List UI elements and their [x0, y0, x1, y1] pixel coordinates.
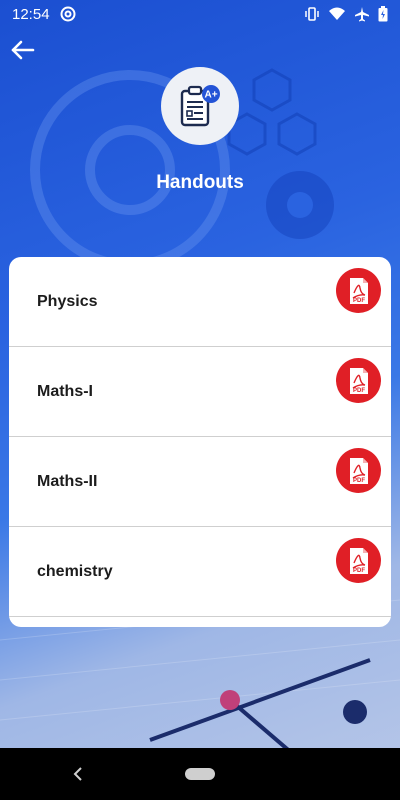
vibrate-icon — [305, 7, 319, 21]
pdf-icon: PDF — [349, 547, 368, 574]
page-title: Handouts — [156, 172, 244, 193]
handout-label: Physics — [37, 293, 98, 310]
handout-item-physics[interactable]: Physics PDF — [9, 257, 391, 347]
status-time: 12:54 — [12, 5, 50, 23]
at-sign-icon — [60, 6, 76, 22]
back-button[interactable] — [6, 34, 38, 66]
pdf-icon: PDF — [349, 457, 368, 484]
handout-label: Maths-I — [37, 383, 93, 400]
home-pill-icon[interactable] — [185, 768, 215, 780]
pdf-icon-text: PDF — [353, 478, 365, 484]
status-left: 12:54 — [12, 6, 76, 23]
header-logo: A+ — [161, 67, 239, 145]
handouts-list: Physics PDF Maths-I PDF Maths-II PDF che… — [9, 257, 391, 627]
pdf-button[interactable]: PDF — [336, 358, 381, 403]
handout-label: chemistry — [37, 563, 113, 580]
nav-back-button[interactable] — [68, 762, 88, 786]
navigation-bar — [0, 748, 400, 800]
pdf-button[interactable]: PDF — [336, 448, 381, 493]
pdf-icon-text: PDF — [353, 388, 365, 394]
pdf-button[interactable]: PDF — [336, 268, 381, 313]
handout-document-icon: A+ — [180, 85, 220, 127]
status-bar: 12:54 — [0, 0, 400, 28]
pdf-icon-text: PDF — [353, 568, 365, 574]
pdf-button[interactable]: PDF — [336, 538, 381, 583]
chevron-left-icon — [73, 767, 82, 781]
battery-icon — [378, 6, 388, 22]
airplane-icon — [355, 7, 369, 22]
logo-badge-text: A+ — [204, 90, 217, 101]
handout-item-chemistry[interactable]: chemistry PDF — [9, 527, 391, 617]
status-right — [304, 6, 388, 22]
handout-label: Maths-II — [37, 473, 98, 490]
pdf-icon: PDF — [349, 367, 368, 394]
handouts-screen: 12:54 A+ Handouts Physics PDF Maths-I PD… — [0, 0, 400, 800]
handout-item-maths-i[interactable]: Maths-I PDF — [9, 347, 391, 437]
pdf-icon: PDF — [349, 277, 368, 304]
pdf-icon-text: PDF — [353, 298, 365, 304]
wifi-icon — [329, 7, 345, 20]
handout-item-maths-ii[interactable]: Maths-II PDF — [9, 437, 391, 527]
arrow-left-icon — [11, 40, 35, 60]
